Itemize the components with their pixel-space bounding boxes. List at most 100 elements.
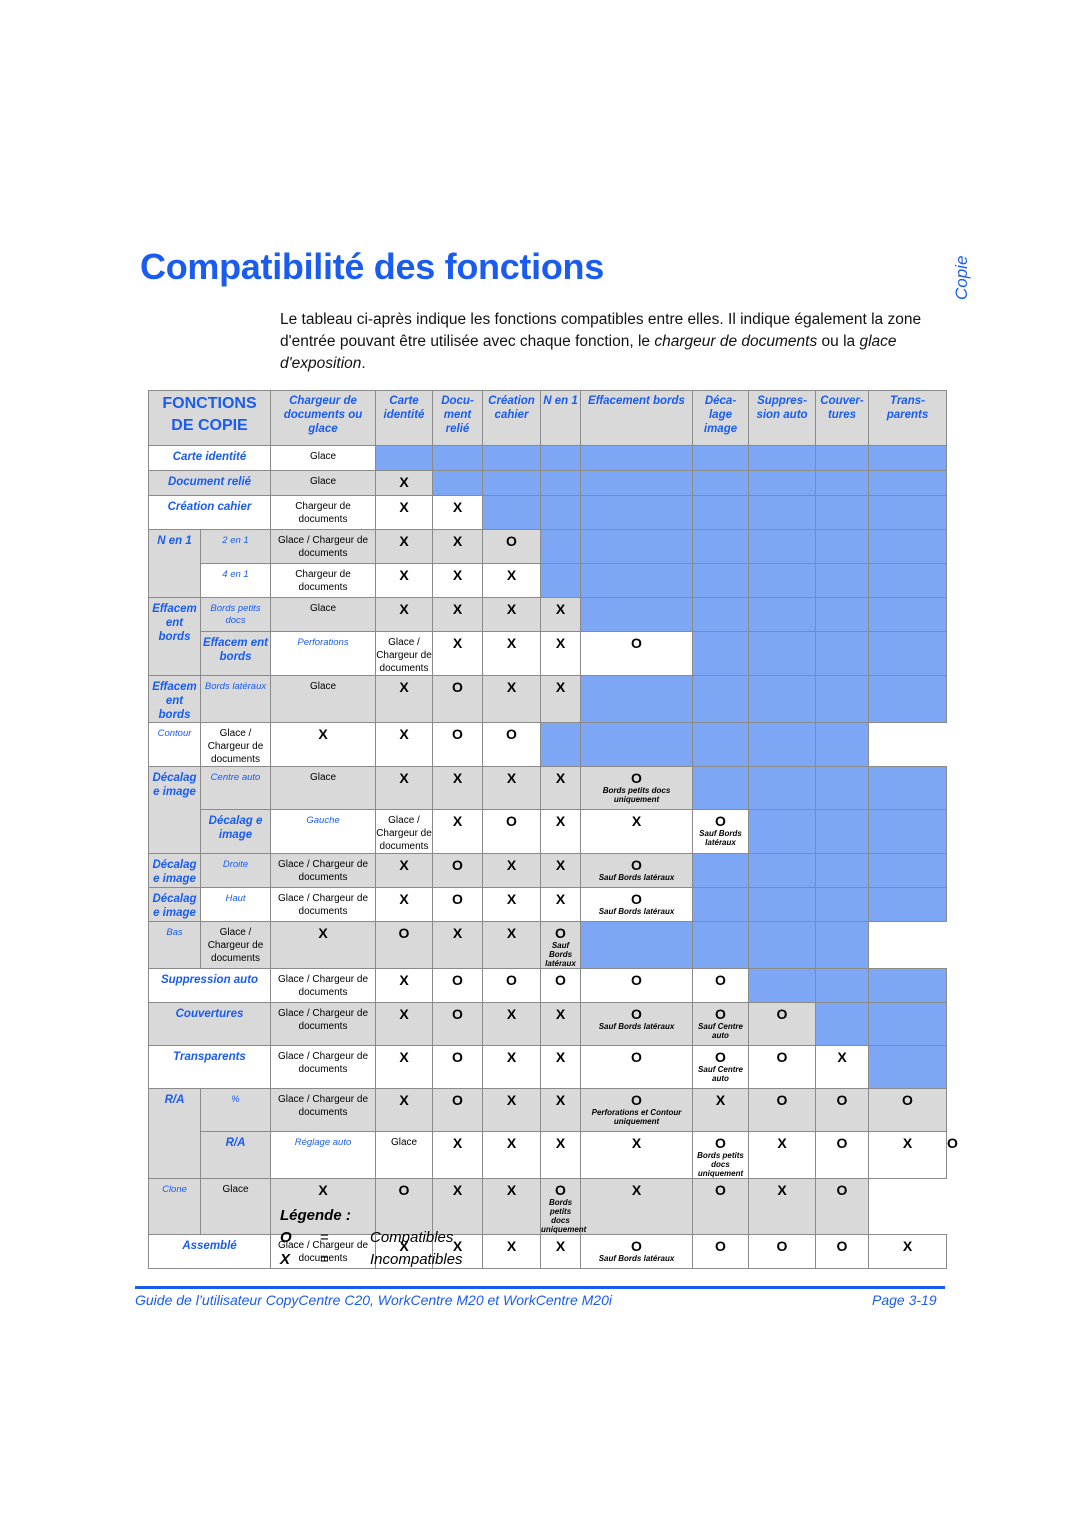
incompatible-cell: X [580, 1131, 693, 1179]
not-applicable-cell [482, 495, 541, 530]
compatible-cell: O [482, 809, 541, 854]
not-applicable-cell [868, 563, 947, 598]
function-group: R/A [200, 1131, 271, 1179]
legend-title: Légende : [280, 1207, 351, 1224]
function-name: Assemblé [148, 1234, 271, 1269]
footer-guide-title: Guide de l’utilisateur CopyCentre C20, W… [135, 1292, 612, 1308]
not-applicable-cell [868, 597, 947, 632]
input-source: Glace / Chargeur de documents [270, 529, 376, 564]
not-applicable-cell [815, 921, 869, 969]
compatibility-symbol: O [836, 1182, 848, 1198]
incompatible-cell: X [270, 921, 376, 969]
incompatible-cell: X [432, 597, 483, 632]
compatibility-symbol: O [776, 1006, 788, 1022]
not-applicable-cell [540, 722, 581, 767]
input-source: Glace [270, 445, 376, 471]
not-applicable-cell [692, 887, 749, 922]
not-applicable-cell [748, 968, 816, 1003]
function-group: Effacem ent bords [148, 597, 201, 676]
incompatible-cell: X [482, 1045, 541, 1089]
function-group: R/A [148, 1088, 201, 1179]
not-applicable-cell [580, 529, 693, 564]
not-applicable-cell [748, 722, 816, 767]
compatibility-symbol: X [555, 891, 566, 907]
not-applicable-cell [748, 809, 816, 854]
compatible-cell: O [482, 529, 541, 564]
not-applicable-cell [868, 809, 947, 854]
compatible-cell: O Bords petits docs uniquement [692, 1131, 749, 1179]
compatible-cell: O [815, 1234, 869, 1269]
page-title: Compatibilité des fonctions [140, 246, 604, 287]
compatibility-symbol: X [399, 567, 409, 583]
intro-text-3: . [361, 355, 366, 372]
function-option: 4 en 1 [200, 563, 271, 598]
not-applicable-cell [580, 495, 693, 530]
compatible-cell: O Sauf Centre auto [692, 1002, 749, 1046]
compatible-cell: O [692, 1234, 749, 1269]
input-source: Glace / Chargeur de documents [270, 1045, 376, 1089]
intro-emphasis-1: chargeur de documents [654, 333, 818, 350]
compatibility-symbol: O [452, 1092, 463, 1108]
not-applicable-cell [868, 445, 947, 471]
compatibility-symbol: O [506, 726, 517, 742]
compatibility-symbol: O [631, 1092, 642, 1108]
function-option: Réglage auto [270, 1131, 376, 1179]
compatibility-symbol: X [631, 813, 642, 829]
header-fonctions-de-copie: FONCTIONS DE COPIE [148, 390, 271, 446]
incompatible-cell: X [868, 1234, 947, 1269]
compatibility-symbol: X [506, 891, 517, 907]
compatibility-symbol: O [631, 1006, 642, 1022]
compatibility-symbol: O [506, 813, 517, 829]
not-applicable-cell [868, 968, 947, 1003]
compatibility-note: Sauf Bords latéraux [598, 907, 675, 916]
compatibility-symbol: X [399, 679, 409, 695]
incompatible-cell: X [482, 1002, 541, 1046]
function-group: Effacem ent bords [200, 631, 271, 676]
incompatible-cell: X [432, 1178, 483, 1235]
not-applicable-cell [692, 631, 749, 676]
compatible-cell: O [580, 968, 693, 1003]
function-name: Transparents [148, 1045, 271, 1089]
incompatible-cell: X [432, 766, 483, 810]
incompatible-cell: X [748, 1178, 816, 1235]
compatibility-symbol: O [715, 1006, 726, 1022]
compatibility-symbol: O [631, 1049, 642, 1065]
incompatible-cell: X [375, 1088, 433, 1132]
table-body: Carte identité Glace Document relié Glace X C… [148, 445, 958, 1269]
compatibility-symbol: O [555, 925, 566, 941]
compatible-cell: O [748, 1045, 816, 1089]
compatibility-symbol: O [555, 1182, 566, 1198]
not-applicable-cell [432, 445, 483, 471]
compatibility-symbol: O [631, 891, 642, 907]
table-row: Effacem ent bords Perforations Glace / Cha… [149, 631, 947, 676]
not-applicable-cell [815, 722, 869, 767]
table-row: Effacem ent bords Bords latéraux Glace X O X X [148, 675, 947, 723]
not-applicable-cell [540, 445, 581, 471]
compatibility-note: Perforations et Contour uniquement [591, 1108, 682, 1126]
not-applicable-cell [692, 597, 749, 632]
not-applicable-cell [482, 445, 541, 471]
compatibility-symbol: O [776, 1049, 788, 1065]
input-source: Glace [270, 470, 376, 496]
compatibility-symbol: X [555, 813, 566, 829]
compatibility-symbol: O [631, 972, 642, 988]
compatible-cell: O Sauf Bords latéraux [580, 887, 693, 922]
compatibility-symbol: O [555, 972, 566, 988]
table-row: 4 en 1 Chargeur de documents X X X [149, 563, 947, 598]
function-option: Perforations [270, 631, 376, 676]
compatibility-note: Sauf Bords latéraux [699, 829, 742, 847]
incompatible-cell: X [432, 495, 483, 530]
table-row: Décalag e image Centre auto Glace X X X X O Bord… [148, 766, 947, 854]
table-row: Carte identité Glace [148, 445, 947, 471]
compatibility-symbol: X [555, 1006, 566, 1022]
intro-text-2: ou la [817, 333, 860, 350]
incompatible-cell: X [270, 722, 376, 767]
not-applicable-cell [580, 470, 693, 496]
compatible-cell: O [432, 1002, 483, 1046]
compatible-cell: O Sauf Bords latéraux [692, 809, 749, 854]
incompatible-cell: X [432, 529, 483, 564]
compatibility-note: Sauf Bords latéraux [545, 941, 576, 968]
legend-item-incompatible: X = Incompatibles [280, 1251, 580, 1273]
input-source: Glace / Chargeur de documents [200, 722, 271, 767]
compatible-cell: O [375, 1178, 433, 1235]
